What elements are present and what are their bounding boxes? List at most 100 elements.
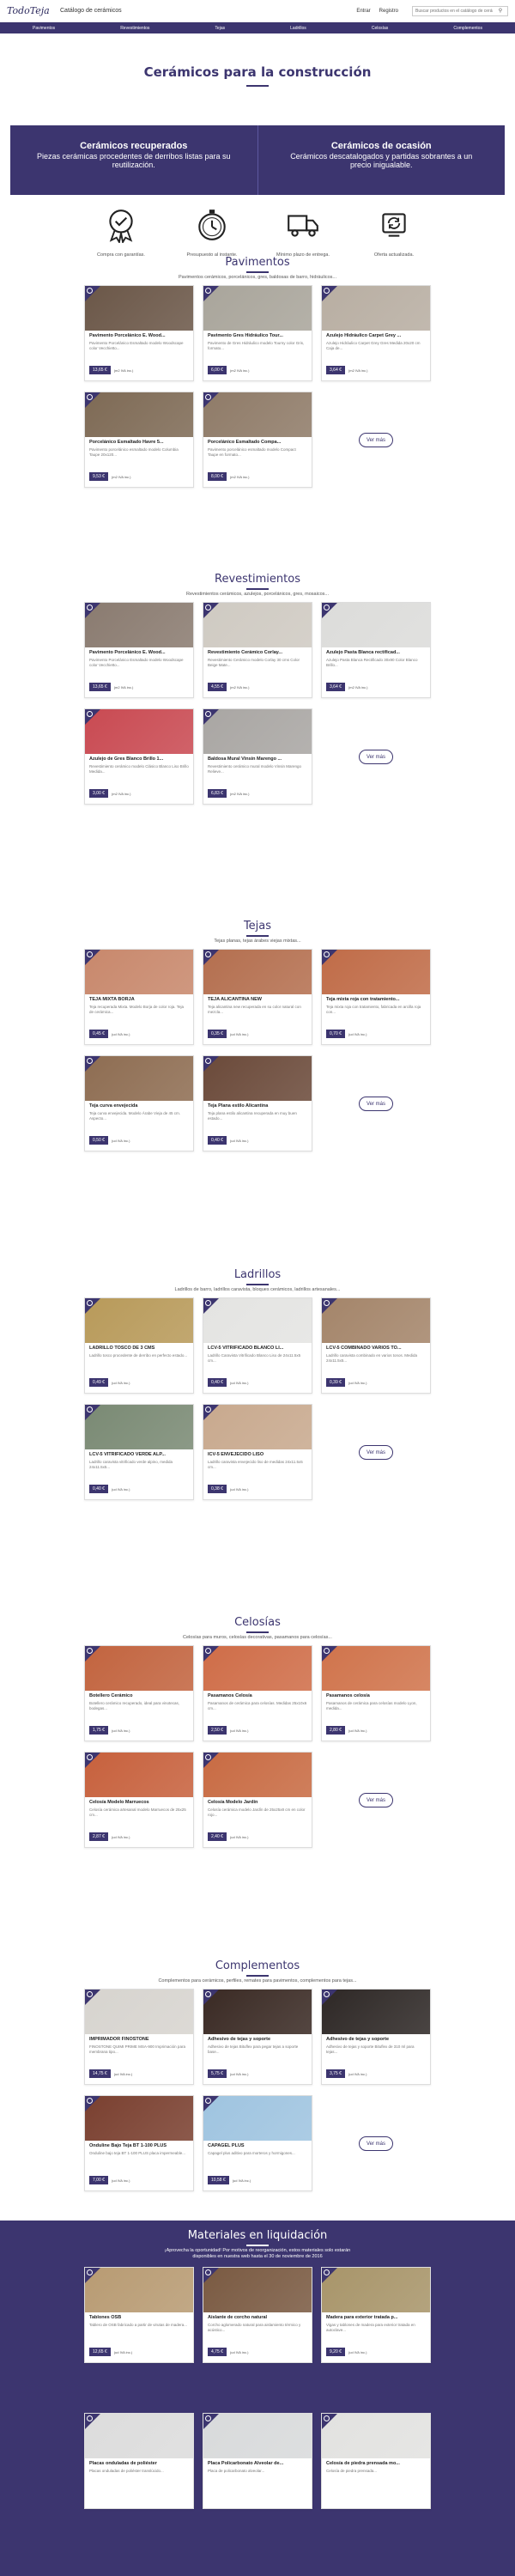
product-card[interactable]: Botellero Cerámico Botellero cerámico rec…	[84, 1645, 194, 1741]
product-name[interactable]: Placas onduladas de poliéster	[85, 2458, 193, 2466]
product-name[interactable]: LCV-5 VITRIFICADO VERDE ALP...	[85, 1449, 193, 1457]
product-card[interactable]: Madera para exterior tratada p... Vigas y…	[321, 2267, 431, 2363]
product-image[interactable]	[322, 286, 430, 331]
product-name[interactable]: IMPRIMADOR FINOSTONE	[85, 2034, 193, 2042]
product-image[interactable]	[203, 1646, 312, 1691]
product-image[interactable]	[203, 603, 312, 647]
product-name[interactable]: Botellero Cerámico	[85, 1691, 193, 1698]
ver-mas-button[interactable]: Ver más	[359, 1097, 393, 1111]
product-card[interactable]: Azulejo de Gres Blanco Brillo 1... Revest…	[84, 708, 194, 805]
product-name[interactable]: Azulejo Hidráulico Carpet Grey ...	[322, 331, 430, 338]
product-image[interactable]	[85, 2414, 193, 2458]
product-name[interactable]: Celosía Modelo Marruecos	[85, 1797, 193, 1805]
product-name[interactable]: Pasamanos Celosía	[203, 1691, 312, 1698]
product-card[interactable]: TEJA ALICANTINA NEW Teja alicantina new r…	[203, 949, 312, 1045]
product-image[interactable]	[203, 950, 312, 994]
product-image[interactable]	[85, 286, 193, 331]
product-image[interactable]	[322, 1298, 430, 1343]
product-card[interactable]: Tablones OSB Tablero de OSB fabricado a p…	[84, 2267, 194, 2363]
product-name[interactable]: Porcelánico Esmaltado Havre 5...	[85, 437, 193, 445]
product-image[interactable]	[85, 2268, 193, 2312]
ver-mas-button[interactable]: Ver más	[359, 1445, 393, 1460]
product-card[interactable]: Adhesivo de tejas y soporte Adhesivo de t…	[321, 1989, 431, 2085]
product-card[interactable]: LCV-5 VITRIFICADO BLANCO LI... Ladrillo C…	[203, 1297, 312, 1394]
ver-mas-button[interactable]: Ver más	[359, 2136, 393, 2151]
product-name[interactable]: LCV-5 COMBINADO VARIOS TO...	[322, 1343, 430, 1351]
product-image[interactable]	[322, 1646, 430, 1691]
product-card[interactable]: Baldosa Mural Vinsin Marengo ... Revestim…	[203, 708, 312, 805]
nav-item-tejas[interactable]: Tejas	[215, 26, 225, 31]
ver-mas-button[interactable]: Ver más	[359, 433, 393, 447]
product-name[interactable]: Revestimiento Cerámico Corlay...	[203, 647, 312, 655]
product-image[interactable]	[85, 392, 193, 437]
product-card[interactable]: IMPRIMADOR FINOSTONE FINOSTONE QUIMI PRIM…	[84, 1989, 194, 2085]
product-image[interactable]	[85, 1753, 193, 1797]
product-card[interactable]: Placas onduladas de poliéster Placas ondu…	[84, 2413, 194, 2509]
product-image[interactable]	[322, 2414, 430, 2458]
product-card[interactable]: Pasamanos Celosía Pasamanos de cerámica p…	[203, 1645, 312, 1741]
product-card[interactable]: ICV-5 ENVEJECIDO LISO Ladrillo caravista …	[203, 1404, 312, 1500]
product-card[interactable]: Pavimento Porcelánico E. Wood... Paviment…	[84, 285, 194, 381]
ver-mas-button[interactable]: Ver más	[359, 1793, 393, 1807]
product-card[interactable]: Aislante de corcho natural Corcho aglomer…	[203, 2267, 312, 2363]
product-card[interactable]: Azulejo Hidráulico Carpet Grey ... Azulej…	[321, 285, 431, 381]
product-image[interactable]	[322, 2268, 430, 2312]
product-card[interactable]: Azulejo Pasta Blanca rectificad... Azulej…	[321, 602, 431, 698]
product-card[interactable]: LCV-5 VITRIFICADO VERDE ALP... Ladrillo c…	[84, 1404, 194, 1500]
product-image[interactable]	[203, 1056, 312, 1101]
search-icon[interactable]: ⚲	[495, 8, 506, 14]
product-name[interactable]: ICV-5 ENVEJECIDO LISO	[203, 1449, 312, 1457]
product-name[interactable]: LADRILLO TOSCO DE 3 CMS	[85, 1343, 193, 1351]
product-name[interactable]: Porcelánico Esmaltado Compa...	[203, 437, 312, 445]
product-image[interactable]	[85, 603, 193, 647]
product-image[interactable]	[203, 392, 312, 437]
product-image[interactable]	[85, 709, 193, 754]
product-image[interactable]	[203, 286, 312, 331]
product-name[interactable]: Baldosa Mural Vinsin Marengo ...	[203, 754, 312, 762]
product-image[interactable]	[85, 2096, 193, 2141]
product-image[interactable]	[203, 709, 312, 754]
product-image[interactable]	[203, 1298, 312, 1343]
nav-item-celosias[interactable]: Celosías	[372, 26, 388, 31]
product-image[interactable]	[85, 1298, 193, 1343]
nav-item-pavimentos[interactable]: Pavimentos	[33, 26, 55, 31]
product-image[interactable]	[85, 1405, 193, 1449]
product-name[interactable]: Azulejo Pasta Blanca rectificad...	[322, 647, 430, 655]
product-image[interactable]	[203, 2268, 312, 2312]
product-image[interactable]	[85, 950, 193, 994]
nav-item-revestimientos[interactable]: Revestimientos	[120, 26, 149, 31]
product-card[interactable]: Teja Plana estilo Alicantina Teja plana e…	[203, 1055, 312, 1151]
product-image[interactable]	[322, 603, 430, 647]
product-card[interactable]: Celosía Modelo Jardín Celosía cerámica mo…	[203, 1752, 312, 1848]
product-card[interactable]: Adhesivo de tejas y soporte Adhesivo de t…	[203, 1989, 312, 2085]
product-name[interactable]: Pavimento Porcelánico E. Wood...	[85, 331, 193, 338]
banner-ocasion[interactable]: Cerámicos de ocasión Cerámicos descatalo…	[258, 125, 505, 195]
product-name[interactable]: Teja Plana estilo Alicantina	[203, 1101, 312, 1109]
product-card[interactable]: LCV-5 COMBINADO VARIOS TO... Ladrillo car…	[321, 1297, 431, 1394]
product-name[interactable]: Onduline Bajo Teja BT 1-100 PLUS	[85, 2141, 193, 2148]
product-name[interactable]: Aislante de corcho natural	[203, 2312, 312, 2320]
product-name[interactable]: Placa Policarbonato Alveolar de...	[203, 2458, 312, 2466]
product-image[interactable]	[203, 1990, 312, 2034]
product-image[interactable]	[322, 1990, 430, 2034]
product-name[interactable]: CAPAGEL PLUS	[203, 2141, 312, 2148]
product-name[interactable]: Pasamanos celosía	[322, 1691, 430, 1698]
product-name[interactable]: Celosía de piedra prensada mo...	[322, 2458, 430, 2466]
product-name[interactable]: Teja curva envejecida	[85, 1101, 193, 1109]
product-image[interactable]	[203, 1405, 312, 1449]
product-card[interactable]: Pasamanos celosía Pasamanos de cerámica p…	[321, 1645, 431, 1741]
site-logo[interactable]: TodoTeja	[7, 5, 50, 16]
product-card[interactable]: Revestimiento Cerámico Corlay... Revestim…	[203, 602, 312, 698]
catalog-link[interactable]: Catálogo de cerámicos	[60, 8, 122, 14]
login-link[interactable]: Entrar	[356, 9, 370, 14]
product-name[interactable]: Pavimento Gres Hidráulico Tour...	[203, 331, 312, 338]
product-name[interactable]: Tablones OSB	[85, 2312, 193, 2320]
product-name[interactable]: Azulejo de Gres Blanco Brillo 1...	[85, 754, 193, 762]
product-image[interactable]	[85, 1990, 193, 2034]
product-image[interactable]	[85, 1646, 193, 1691]
product-card[interactable]: Onduline Bajo Teja BT 1-100 PLUS Onduline…	[84, 2095, 194, 2191]
product-name[interactable]: TEJA ALICANTINA NEW	[203, 994, 312, 1002]
product-name[interactable]: Madera para exterior tratada p...	[322, 2312, 430, 2320]
product-name[interactable]: Teja mixta roja con tratamiento...	[322, 994, 430, 1002]
nav-item-complementos[interactable]: Complementos	[453, 26, 482, 31]
